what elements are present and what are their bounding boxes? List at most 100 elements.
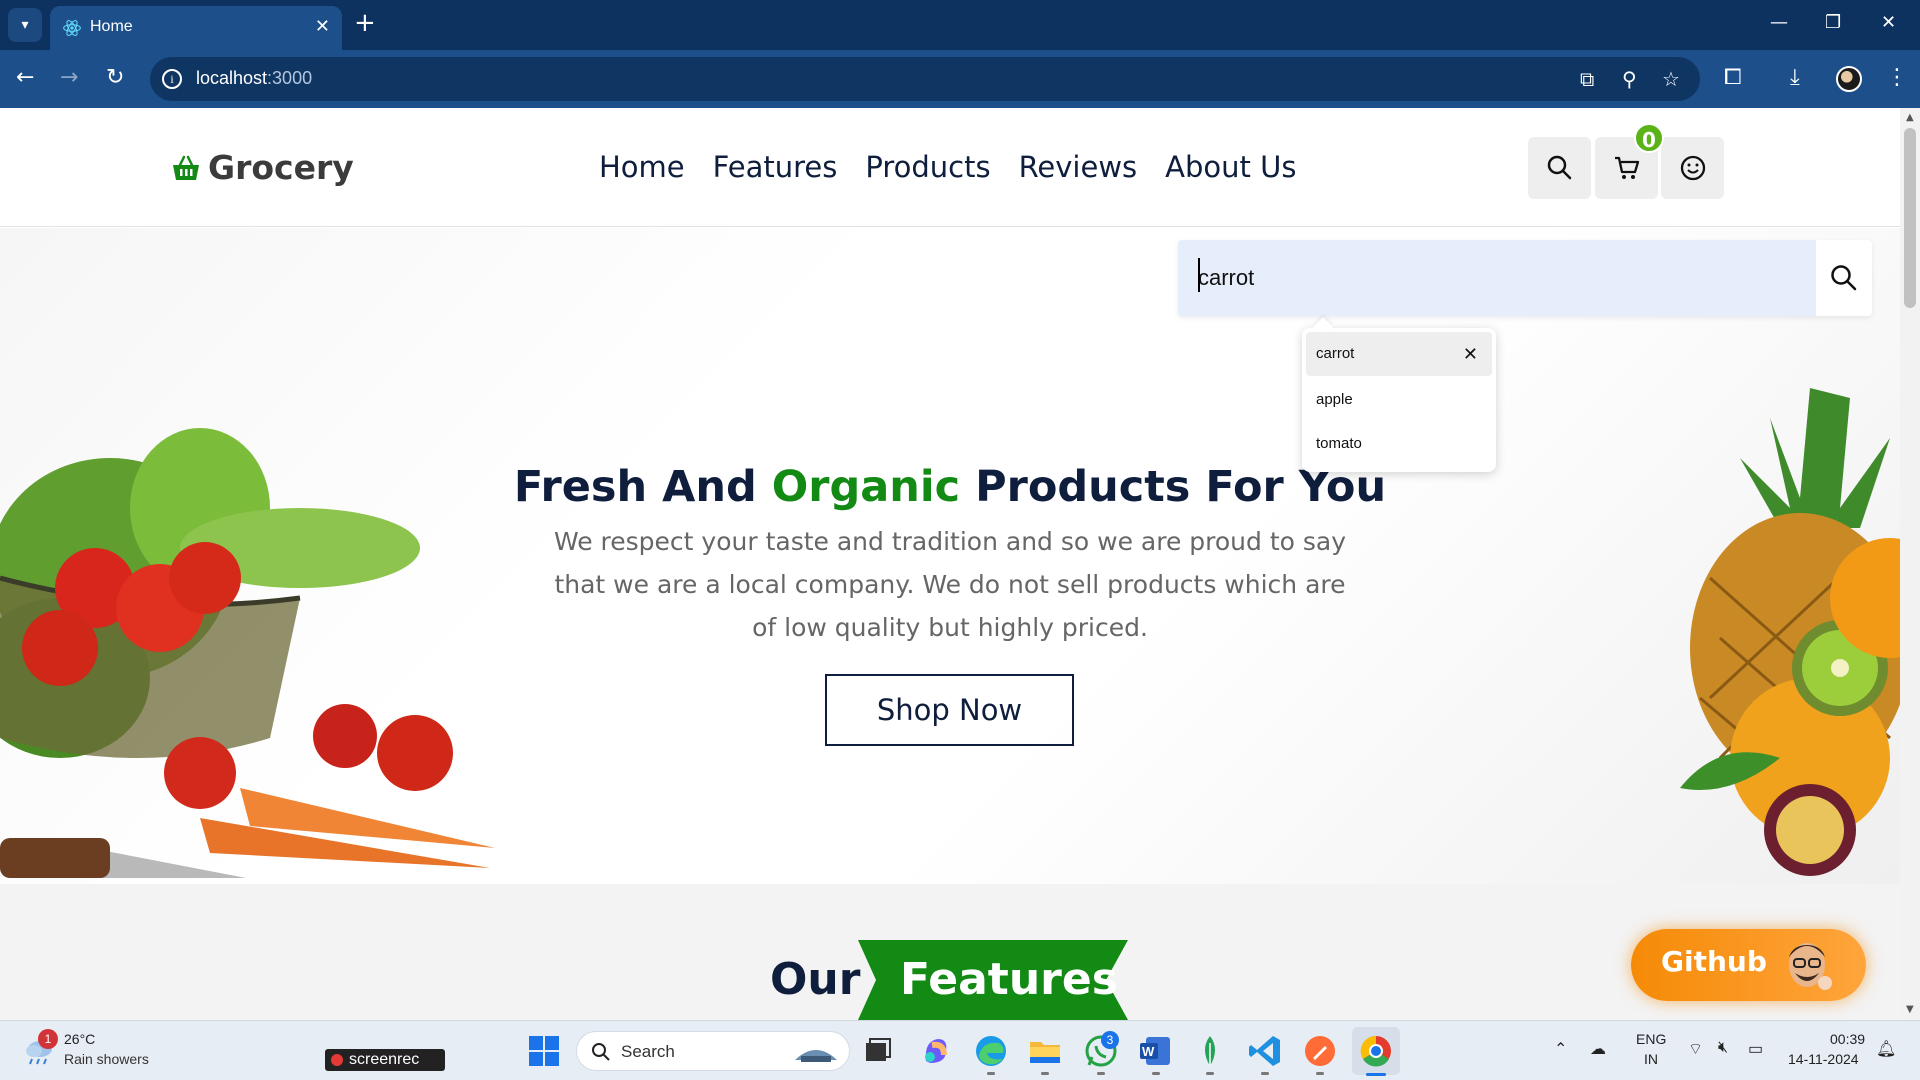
notifications-icon[interactable]: 🔔︎ <box>1876 1039 1896 1059</box>
postman-running-indicator <box>1316 1072 1324 1075</box>
browser-tab-home[interactable]: Home ✕ <box>50 6 342 50</box>
search-icon <box>1547 155 1572 180</box>
whatsapp-notification-badge: 3 <box>1101 1031 1119 1049</box>
fruits-image <box>1680 388 1900 876</box>
restore-icon[interactable]: ❐ <box>1825 12 1841 33</box>
header-search-button[interactable] <box>1528 137 1591 199</box>
search-icon <box>592 1043 610 1061</box>
onedrive-status-icon[interactable]: ☁ <box>1590 1039 1606 1059</box>
features-heading-features: Features <box>900 954 1118 1005</box>
text-cursor <box>1198 258 1200 292</box>
new-tab-button[interactable]: + <box>354 10 376 36</box>
back-icon[interactable]: ← <box>16 65 34 91</box>
edge-icon[interactable] <box>973 1033 1009 1069</box>
window-close-icon[interactable]: ✕ <box>1881 12 1896 33</box>
remove-suggestion-icon[interactable]: ✕ <box>1463 332 1478 376</box>
search-submit-button[interactable] <box>1816 240 1872 316</box>
word-icon[interactable]: W <box>1138 1033 1174 1069</box>
minimize-icon[interactable]: — <box>1770 12 1788 33</box>
explorer-running-indicator <box>1041 1072 1049 1075</box>
memoji-avatar-icon <box>1789 943 1832 990</box>
scroll-down-icon[interactable]: ▼ <box>1906 1004 1914 1015</box>
suggestion-item[interactable]: carrot ✕ <box>1306 332 1492 376</box>
forward-icon[interactable]: → <box>60 65 78 91</box>
account-button[interactable] <box>1661 137 1724 199</box>
features-section: Our Features <box>0 884 1900 1020</box>
screenrec-widget[interactable]: screenrec <box>325 1049 445 1071</box>
shop-now-button[interactable]: Shop Now <box>825 674 1074 746</box>
hero-description: We respect your taste and tradition and … <box>553 527 1347 642</box>
edge-running-indicator <box>987 1072 995 1075</box>
language-code[interactable]: ENG <box>1636 1031 1666 1047</box>
show-hidden-icons-chevron-icon[interactable]: ⌃ <box>1554 1039 1567 1059</box>
hero-section: Fresh And Organic Products For You We re… <box>0 228 1900 884</box>
tab-close-icon[interactable]: ✕ <box>315 16 330 37</box>
suggestion-label: carrot <box>1316 345 1355 362</box>
taskbar-search-placeholder: Search <box>621 1042 675 1061</box>
browser-tab-strip: ▾ Home ✕ + — ❐ ✕ <box>0 0 1920 50</box>
site-header: Grocery Home Features Products Reviews A… <box>0 108 1900 227</box>
address-bar[interactable]: i localhost:3000 ⧉ ⚲ ☆ <box>150 57 1700 101</box>
logo[interactable]: Grocery <box>172 148 354 187</box>
word-running-indicator <box>1152 1072 1160 1075</box>
file-explorer-icon[interactable] <box>1027 1033 1063 1069</box>
nav-features[interactable]: Features <box>713 150 838 184</box>
clock-date[interactable]: 14-11-2024 <box>1788 1051 1859 1067</box>
zoom-icon[interactable]: ⚲ <box>1622 67 1637 91</box>
nav-reviews[interactable]: Reviews <box>1019 150 1138 184</box>
nav-products[interactable]: Products <box>865 150 990 184</box>
reload-icon[interactable]: ↻ <box>106 65 124 91</box>
browser-menu-icon[interactable]: ⋮ <box>1886 65 1908 91</box>
search-suggestions-dropdown: carrot ✕ apple tomato <box>1302 328 1496 472</box>
vscode-running-indicator <box>1261 1072 1269 1075</box>
language-region: IN <box>1644 1051 1658 1067</box>
browser-toolbar: ← → ↻ i localhost:3000 ⧉ ⚲ ☆ ⧠ ⤓ ⋮ <box>0 50 1920 108</box>
whatsapp-running-indicator <box>1097 1072 1105 1075</box>
weather-temperature: 26°C <box>64 1031 96 1047</box>
task-view-icon[interactable] <box>860 1033 896 1069</box>
suggestion-item[interactable]: tomato <box>1306 422 1492 466</box>
search-bar <box>1178 240 1872 316</box>
windows-taskbar: 1 26°C Rain showers screenrec Search 3 W… <box>0 1020 1920 1080</box>
volume-muted-icon[interactable]: 🔇︎ <box>1718 1039 1728 1057</box>
scroll-thumb[interactable] <box>1904 128 1916 308</box>
svg-text:W: W <box>1142 1044 1155 1059</box>
features-heading-our: Our <box>770 954 861 1005</box>
react-icon <box>63 20 81 36</box>
extensions-icon[interactable]: ⧠ <box>1724 65 1742 91</box>
clock-time[interactable]: 00:39 <box>1830 1031 1865 1047</box>
chrome-icon[interactable] <box>1358 1033 1394 1069</box>
search-highlight-icon <box>795 1050 837 1062</box>
copilot-icon[interactable] <box>918 1033 954 1069</box>
tab-title: Home <box>90 18 133 35</box>
url-text: localhost:3000 <box>196 68 313 88</box>
weather-description: Rain showers <box>64 1051 149 1067</box>
github-label: Github <box>1661 945 1767 978</box>
nav-home[interactable]: Home <box>599 150 685 184</box>
vscode-icon[interactable] <box>1247 1033 1283 1069</box>
scroll-up-icon[interactable]: ▲ <box>1906 112 1914 123</box>
bookmark-star-icon[interactable]: ☆ <box>1662 67 1680 91</box>
search-input[interactable] <box>1198 258 1778 298</box>
profile-avatar[interactable] <box>1836 66 1862 92</box>
battery-icon[interactable]: ▭ <box>1748 1039 1763 1059</box>
nav-about-us[interactable]: About Us <box>1165 150 1296 184</box>
chrome-active-indicator <box>1366 1073 1386 1076</box>
github-button[interactable]: Github <box>1631 929 1866 1001</box>
site-info-icon[interactable]: i <box>162 69 182 89</box>
mongodb-compass-icon[interactable] <box>1192 1033 1228 1069</box>
windows-start-icon[interactable] <box>526 1033 562 1069</box>
logo-text: Grocery <box>208 148 354 187</box>
download-icon[interactable]: ⤓ <box>1790 65 1800 91</box>
shopping-basket-icon <box>173 155 199 180</box>
wifi-icon[interactable]: ⌔ <box>1688 1039 1703 1059</box>
taskbar-search-box[interactable]: Search <box>576 1031 850 1071</box>
tab-search-button[interactable]: ▾ <box>8 8 42 42</box>
cart-icon <box>1615 156 1640 179</box>
weather-alert-badge: 1 <box>38 1029 58 1049</box>
install-app-icon[interactable]: ⧉ <box>1580 67 1594 91</box>
suggestion-item[interactable]: apple <box>1306 378 1492 422</box>
page-scrollbar[interactable]: ▲ ▼ <box>1900 108 1920 1020</box>
postman-icon[interactable] <box>1302 1033 1338 1069</box>
suggestion-label: apple <box>1316 391 1353 408</box>
